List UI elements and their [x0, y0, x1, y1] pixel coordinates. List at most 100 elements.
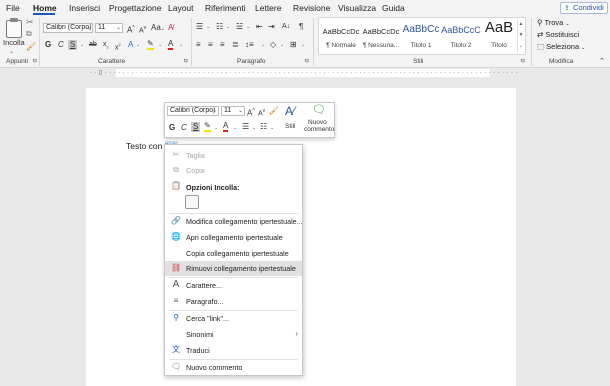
multilevel-list-icon[interactable]: ☱	[236, 22, 243, 32]
tab-design[interactable]: Progettazione	[109, 3, 161, 13]
font-color-icon[interactable]: A	[168, 40, 174, 50]
menu-item-font[interactable]: A Carattere...	[165, 278, 302, 293]
collapse-ribbon-icon[interactable]: ⌃	[599, 57, 605, 67]
select-button[interactable]: ⬚ Seleziona ⌄	[537, 42, 585, 51]
gallery-scroll[interactable]: ▲ ▼ ⌄	[517, 19, 524, 53]
font-launcher-icon[interactable]: ⧅	[184, 58, 188, 65]
shading-icon[interactable]: ◇	[270, 40, 276, 50]
menu-item-open-link[interactable]: 🌐 Apri collegamento ipertestuale	[165, 230, 302, 245]
style-normal[interactable]: AaBbCcDc ¶ Normale	[321, 18, 361, 54]
menu-item-new-comment[interactable]: 🗨 Nuovo commento	[165, 360, 302, 375]
tab-layout[interactable]: Layout	[168, 3, 194, 13]
italic-button[interactable]: C	[181, 123, 187, 133]
copy-icon[interactable]: ⧉	[26, 29, 32, 39]
menu-item-synonyms[interactable]: Sinonimi ›	[165, 327, 302, 342]
chevron-down-icon[interactable]: ⌄	[246, 22, 250, 32]
replace-button[interactable]: ⇄ Sostituisci	[537, 30, 579, 39]
font-color-icon[interactable]: A	[223, 122, 229, 132]
menu-item-copy-link[interactable]: Copia collegamento ipertestuale	[165, 246, 302, 261]
bold-button[interactable]: G	[169, 123, 175, 133]
menu-item-paragraph[interactable]: ≡ Paragrafo...	[165, 294, 302, 309]
paste-keep-text-only-icon[interactable]	[185, 195, 199, 209]
tab-review[interactable]: Revisione	[293, 3, 330, 13]
highlighter-icon[interactable]: ✎	[204, 122, 211, 132]
tab-mailings[interactable]: Lettere	[255, 3, 281, 13]
superscript-button[interactable]: x2	[115, 40, 121, 53]
grow-font-icon[interactable]: A^	[247, 106, 255, 119]
find-button[interactable]: ⚲ Trova ⌄	[537, 18, 570, 27]
menu-item-edit-link[interactable]: 🔗 Modifica collegamento ipertestuale...	[165, 214, 303, 229]
chevron-down-icon[interactable]: ⌄	[261, 40, 265, 50]
styles-launcher-icon[interactable]: ⧅	[521, 58, 525, 65]
menu-item-search[interactable]: ⚲ Cerca "link"...	[165, 311, 302, 326]
font-size-box[interactable]: 11 ⌄	[95, 23, 123, 33]
share-button[interactable]: ⇪ Condividi	[560, 2, 608, 14]
new-comment-icon[interactable]: 🗨	[312, 105, 326, 116]
increase-indent-icon[interactable]: ⇥	[268, 22, 275, 32]
clipboard-launcher-icon[interactable]: ⧅	[33, 58, 37, 65]
numbering-icon[interactable]: ☷	[260, 122, 267, 132]
chevron-down-icon[interactable]: ⌄	[280, 40, 284, 50]
chevron-down-icon[interactable]: ⌄	[136, 40, 140, 50]
highlighter-icon[interactable]: ✎	[147, 40, 154, 50]
underline-button[interactable]: S	[191, 122, 201, 132]
paste-icon[interactable]	[6, 18, 22, 38]
chevron-down-icon[interactable]: ⌄	[270, 123, 274, 133]
menu-item-cut[interactable]: ✂ Taglia	[165, 148, 302, 163]
chevron-down-icon[interactable]: ⌄	[233, 123, 237, 133]
numbering-icon[interactable]: ☷	[216, 22, 223, 32]
tab-help[interactable]: Guida	[382, 3, 405, 13]
sort-icon[interactable]: A↓	[282, 22, 290, 32]
chevron-down-icon[interactable]: ⌄	[80, 40, 84, 50]
paragraph-launcher-icon[interactable]: ⧅	[305, 58, 309, 65]
format-painter-icon[interactable]: 🖌	[26, 42, 36, 52]
bullets-icon[interactable]: ☰	[242, 122, 249, 132]
align-right-icon[interactable]: ≡	[220, 40, 225, 50]
chevron-down-icon[interactable]: ⌄	[252, 123, 256, 133]
chevron-down-icon[interactable]: ⌄	[214, 123, 218, 133]
mini-font-name-box[interactable]: Calibri (Corpo) ⌄	[167, 106, 219, 116]
tab-file[interactable]: File	[6, 3, 20, 13]
bullets-icon[interactable]: ☰	[196, 22, 203, 32]
mini-styles-label[interactable]: Stili	[285, 122, 295, 132]
chevron-down-icon[interactable]: ⌄	[226, 22, 230, 32]
cut-icon[interactable]: ✂	[26, 17, 34, 27]
chevron-down-icon[interactable]: ⌄	[158, 40, 162, 50]
bold-button[interactable]: G	[45, 40, 51, 50]
tab-insert[interactable]: Inserisci	[69, 3, 100, 13]
style-heading-2[interactable]: AaBbCcC Titolo 2	[441, 18, 481, 54]
mini-comment-label-2[interactable]: commento	[304, 126, 334, 134]
ruler[interactable]: · · ▯ · · · · · · · · · · · · · · · · · …	[0, 68, 610, 78]
menu-item-translate[interactable]: 文 Traduci	[165, 343, 302, 358]
format-painter-icon[interactable]: 🖌	[269, 106, 279, 116]
chevron-down-icon[interactable]: ⌄	[301, 40, 305, 50]
show-marks-icon[interactable]: ¶	[299, 22, 303, 32]
change-case-icon[interactable]: Aa⌄	[151, 23, 165, 34]
chevron-down-icon[interactable]: ⌄	[206, 22, 210, 32]
line-spacing-icon[interactable]: ↕≡	[245, 40, 254, 50]
justify-icon[interactable]: ≣	[232, 40, 239, 50]
style-heading-1[interactable]: AaBbCc Titolo 1	[401, 18, 441, 54]
styles-icon[interactable]: A⁄	[285, 105, 295, 117]
tab-view[interactable]: Visualizza	[338, 3, 376, 13]
italic-button[interactable]: C	[58, 40, 64, 50]
menu-item-copy[interactable]: ⧉ Copia	[165, 163, 302, 178]
underline-button[interactable]: S	[68, 40, 78, 50]
clear-formatting-icon[interactable]: A̸	[168, 23, 173, 33]
tab-home[interactable]: Home	[33, 3, 57, 13]
subscript-button[interactable]: x2	[103, 40, 109, 52]
grow-font-icon[interactable]: A^	[127, 23, 135, 36]
decrease-indent-icon[interactable]: ⇤	[256, 22, 263, 32]
menu-item-remove-link[interactable]: ⛓ Rimuovi collegamento ipertestuale	[165, 261, 302, 276]
chevron-down-icon[interactable]: ⌄	[179, 40, 183, 50]
strikethrough-button[interactable]: ab	[89, 40, 97, 50]
shrink-font-icon[interactable]: Av	[139, 23, 146, 36]
text-effects-icon[interactable]: A	[128, 40, 133, 50]
mini-font-size-box[interactable]: 11 ⌄	[221, 106, 245, 116]
align-center-icon[interactable]: ≡	[208, 40, 213, 50]
tab-references[interactable]: Riferimenti	[205, 3, 246, 13]
paste-dropdown-icon[interactable]: ⌄	[9, 47, 14, 57]
font-name-box[interactable]: Calibri (Corpo) ⌄	[43, 23, 93, 33]
style-title[interactable]: AaB Titolo	[479, 18, 519, 54]
align-left-icon[interactable]: ≡	[196, 40, 201, 50]
